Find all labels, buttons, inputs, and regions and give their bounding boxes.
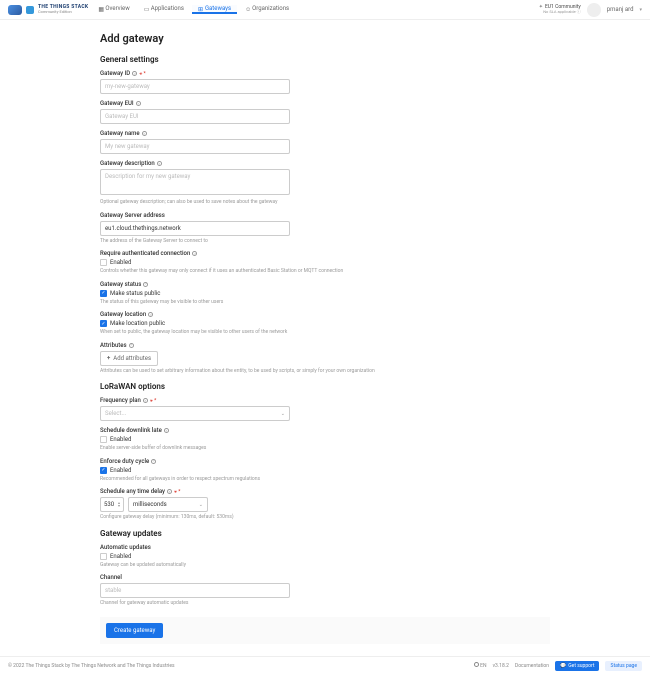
freq-plan-select[interactable]: Select...⌄ <box>100 406 290 421</box>
nav-overview[interactable]: ▦Overview <box>92 5 135 14</box>
help-icon[interactable]: ? <box>157 161 162 166</box>
attributes-label: Attributes <box>100 342 127 349</box>
gateway-desc-input[interactable] <box>100 169 290 195</box>
required-indicator: ⚹ * <box>139 71 145 77</box>
plus-icon: + <box>107 355 110 362</box>
gateway-desc-hint: Optional gateway description; can also b… <box>100 199 550 206</box>
help-icon[interactable]: ? <box>143 282 148 287</box>
help-icon[interactable]: ? <box>142 131 147 136</box>
status-checkbox[interactable]: ✓ <box>100 290 107 297</box>
auto-update-checkbox[interactable] <box>100 553 107 560</box>
auth-conn-checkbox[interactable] <box>100 259 107 266</box>
lang-selector[interactable]: EN <box>474 662 487 669</box>
sched-down-checkbox[interactable] <box>100 436 107 443</box>
duty-cycle-label: Enforce duty cycle <box>100 458 149 465</box>
required-indicator: ⚹ * <box>150 398 156 404</box>
help-icon[interactable]: ? <box>129 343 134 348</box>
gateway-eui-label: Gateway EUI <box>100 100 134 107</box>
grid-icon: ▦ <box>98 6 103 11</box>
server-addr-hint: The address of the Gateway Server to con… <box>100 238 550 245</box>
footer-copyright: © 2022 The Things Stack by The Things Ne… <box>8 663 175 669</box>
version-label: v3.18.2 <box>493 663 509 669</box>
nav-gateways[interactable]: ⊞Gateways <box>192 5 237 14</box>
chat-icon: 💬 <box>560 663 566 669</box>
auth-conn-check-label: Enabled <box>110 259 131 266</box>
user-name: pmanj ard <box>607 6 634 13</box>
gateway-desc-label: Gateway description <box>100 160 155 167</box>
gateway-eui-input[interactable] <box>100 109 290 124</box>
delay-label: Schedule any time delay <box>100 488 165 495</box>
help-icon[interactable]: ? <box>151 459 156 464</box>
gateway-id-label: Gateway ID <box>100 70 130 77</box>
add-attributes-button[interactable]: +Add attributes <box>100 351 158 366</box>
info-icon: ⓘ <box>577 9 581 14</box>
help-icon[interactable]: ? <box>192 251 197 256</box>
auth-conn-label: Require authenticated connection <box>100 250 190 257</box>
channel-label: Channel <box>100 574 122 581</box>
brand-text: THE THINGS STACK Community Edition <box>38 5 88 14</box>
freq-plan-label: Frequency plan <box>100 397 141 404</box>
duty-cycle-checkbox[interactable]: ✓ <box>100 467 107 474</box>
sched-down-label: Schedule downlink late <box>100 427 162 434</box>
auto-update-hint: Gateway can be updated automatically <box>100 562 550 569</box>
auto-update-label: Automatic updates <box>100 544 151 551</box>
server-addr-input[interactable] <box>100 221 290 236</box>
sched-down-check-label: Enabled <box>110 436 131 443</box>
duty-cycle-hint: Recommended for all gateways in order to… <box>100 476 550 483</box>
sched-down-hint: Enable server-side buffer of downlink me… <box>100 445 550 452</box>
chevron-down-icon: ⌄ <box>281 411 285 417</box>
required-indicator: ⚹ * <box>174 489 180 495</box>
status-label: Gateway status <box>100 281 141 288</box>
nav-applications[interactable]: ▭Applications <box>138 5 190 14</box>
status-hint: The status of this gateway may be visibl… <box>100 299 550 306</box>
help-icon[interactable]: ? <box>132 71 137 76</box>
nav-organizations[interactable]: ☺Organizations <box>239 5 295 14</box>
help-icon[interactable]: ? <box>167 489 172 494</box>
org-icon: ☺ <box>245 6 250 11</box>
delay-hint: Configure gateway delay (minimum: 130ms,… <box>100 514 550 521</box>
status-check-label: Make status public <box>110 290 160 297</box>
location-check-label: Make location public <box>110 320 165 327</box>
chevron-down-icon: ⌄ <box>199 502 203 508</box>
channel-hint: Channel for gateway automatic updates <box>100 600 550 607</box>
ttn-logo-icon <box>26 6 34 14</box>
create-gateway-button[interactable]: Create gateway <box>106 623 163 638</box>
location-hint: When set to public, the gateway location… <box>100 329 550 336</box>
location-label: Gateway location <box>100 311 146 318</box>
help-icon[interactable]: ? <box>136 101 141 106</box>
location-checkbox[interactable]: ✓ <box>100 320 107 327</box>
globe-icon <box>474 662 479 667</box>
section-updates: Gateway updates <box>100 529 550 538</box>
layers-icon: ▭ <box>144 6 149 11</box>
duty-cycle-check-label: Enabled <box>110 467 131 474</box>
channel-input[interactable] <box>100 583 290 598</box>
auth-conn-hint: Controls whether this gateway may only c… <box>100 268 550 275</box>
help-icon[interactable]: ? <box>164 428 169 433</box>
cluster-info[interactable]: ✦EU1 Community No SLA applicable ⓘ <box>539 5 581 15</box>
page-title: Add gateway <box>100 32 550 45</box>
help-icon[interactable]: ? <box>148 312 153 317</box>
attributes-hint: Attributes can be used to set arbitrary … <box>100 368 550 375</box>
docs-link[interactable]: Documentation <box>515 663 549 669</box>
delay-unit-select[interactable]: milliseconds⌄ <box>128 497 208 512</box>
user-avatar[interactable] <box>587 3 601 17</box>
help-icon[interactable]: ? <box>143 398 148 403</box>
gateway-icon: ⊞ <box>198 6 203 11</box>
cloud-logo-icon <box>8 5 22 15</box>
gateway-name-label: Gateway name <box>100 130 140 137</box>
delay-value-input[interactable]: 530▴▾ <box>100 497 124 512</box>
server-addr-label: Gateway Server address <box>100 212 165 219</box>
section-general: General settings <box>100 55 550 64</box>
support-button[interactable]: 💬Get support <box>555 661 599 671</box>
gateway-id-input[interactable] <box>100 79 290 94</box>
gateway-name-input[interactable] <box>100 139 290 154</box>
auto-update-check-label: Enabled <box>110 553 131 560</box>
status-page-button[interactable]: Status page <box>605 661 642 671</box>
chevron-down-icon[interactable]: ▾ <box>639 7 642 13</box>
section-lorawan: LoRaWAN options <box>100 382 550 391</box>
number-stepper[interactable]: ▴▾ <box>118 502 120 507</box>
